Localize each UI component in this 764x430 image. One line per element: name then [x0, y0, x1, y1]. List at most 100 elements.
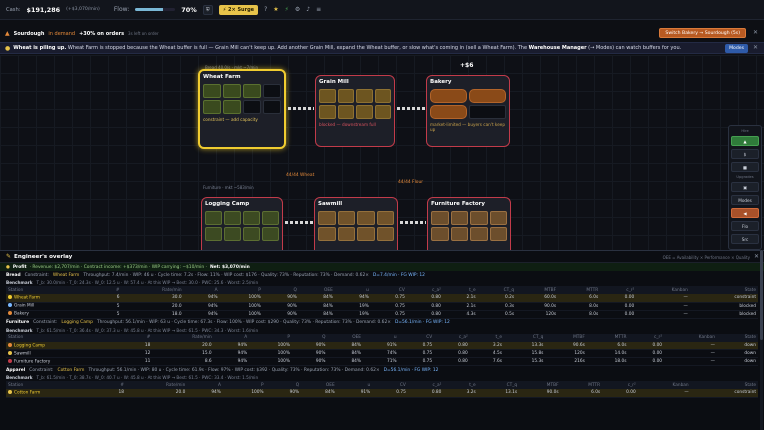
overlay-scroll-thumb[interactable]	[760, 250, 763, 340]
state-cell: down	[716, 357, 758, 366]
demand-bonus: +30% on orders	[79, 30, 125, 37]
overlay-close-icon[interactable]: ✕	[754, 253, 759, 260]
buffer-slot	[431, 211, 449, 225]
table-row[interactable]: Wheat Farm 6 30.0 94% 100% 90% 84% 94% 0.75 0.80 2…	[6, 294, 758, 303]
metric-cell: 90%	[291, 341, 328, 350]
logging-camp-machine[interactable]: Logging Camp	[201, 197, 283, 250]
column-header: OEE	[298, 286, 335, 294]
demand-close-icon[interactable]: ✕	[753, 29, 758, 36]
metric-cell: 84%	[327, 341, 364, 350]
table-row[interactable]: Sawmill 12 15.0 94% 100% 90% 84% 74% 0.75 0.80 4.5…	[6, 349, 758, 358]
buffer-slot	[469, 105, 506, 119]
metric-cell: 100%	[249, 357, 292, 366]
furniture-factory-title: Furniture Factory	[431, 201, 485, 207]
hire-button[interactable]: ▲	[731, 136, 759, 146]
wheat-buffer-bubble: 44/44 Wheat	[286, 173, 315, 178]
sell-button[interactable]: ▣	[731, 182, 759, 192]
column-header: State	[690, 381, 758, 389]
alert-manager-tail: (→ Modes) can watch buffers for you.	[588, 45, 682, 51]
metric-cell: 100%	[249, 341, 292, 350]
table-row[interactable]: Cotton Farm 18 20.0 94% 100% 90% 84% 91% 0.75 0.8…	[6, 389, 758, 398]
alert-close-icon[interactable]: ✕	[753, 44, 758, 51]
buffer-slot	[224, 227, 241, 241]
constraint-station: Cotton Farm	[57, 367, 85, 373]
rewind-button[interactable]: ◀	[731, 208, 759, 218]
buffer-slot	[223, 100, 241, 114]
station-dot	[8, 358, 12, 363]
station-name: Sawmill	[14, 351, 31, 357]
metric-cell: 5	[101, 310, 122, 319]
column-header: Rate/min	[126, 381, 188, 389]
metric-cell: 0.80	[407, 389, 444, 398]
item-button[interactable]: ■	[731, 162, 759, 172]
column-header: c_a²	[434, 333, 470, 342]
shield-icon[interactable]: ⛨	[202, 4, 213, 15]
surge-button[interactable]: ⚡ 2× Surge	[218, 4, 259, 15]
factory-canvas[interactable]: Bread 40.0/s · mkt ~7/min Wheat Farm con…	[0, 55, 764, 250]
star-icon[interactable]: ★	[273, 6, 278, 13]
constraint-label: Constraint:	[29, 367, 54, 373]
overlay-scrollbar[interactable]	[760, 250, 763, 430]
menu-icon[interactable]: ≡	[316, 6, 321, 13]
column-header: Station	[6, 333, 128, 342]
gear-icon[interactable]: ⚙	[295, 6, 300, 13]
furniture-factory-machine[interactable]: Furniture Factory	[427, 197, 511, 250]
benchmark-values: T_b: 61.5/min · T_0: 38.7s · W_0: 40.7 u…	[36, 375, 259, 380]
flow-button[interactable]: Flo	[731, 221, 759, 231]
sawmill-machine[interactable]: Sawmill	[314, 197, 398, 250]
furniture-line-label: Furniture · mkt ~583/min	[203, 185, 254, 190]
lightbulb-icon: ●	[5, 44, 11, 52]
section-name: Bread	[6, 272, 21, 278]
metric-cell: 90%	[262, 302, 299, 311]
metric-cell: 2.1s	[442, 302, 478, 311]
buffer-slot	[318, 211, 336, 225]
metric-cell: 0.00	[600, 310, 637, 319]
metric-cell: 18	[101, 389, 126, 398]
table-row[interactable]: Logging Camp 18 20.0 94% 100% 90% 84% 91% 0.75 0.…	[6, 341, 758, 350]
table-row[interactable]: Furniture Factory 11 8.6 94% 100% 90% 84% 71% 0.…	[6, 357, 758, 366]
buffer-slot	[450, 211, 468, 225]
station-name: Furniture Factory	[14, 359, 51, 365]
buffer-slot	[337, 89, 354, 103]
wheat-farm-buffer	[203, 84, 281, 114]
bakery-machine[interactable]: Bakery market-limited — buyers can't kee…	[426, 75, 510, 147]
column-header: Rate/min	[152, 333, 214, 342]
constraint-station: Logging Camp	[61, 320, 93, 325]
sawmill-title: Sawmill	[318, 201, 343, 207]
column-header: MTBF	[516, 286, 559, 294]
metric-cell: 18.0	[121, 310, 184, 319]
wheat-farm-machine[interactable]: Wheat Farm constraint — add capacity	[198, 69, 286, 149]
station-cell: Wheat Farm	[6, 294, 102, 303]
metric-cell: 8.0s	[558, 310, 601, 319]
demand-banner: ▲ Sourdough in demand +30% on orders 3s …	[0, 28, 764, 39]
tool-panel: Hire ▲ $ ■ Upgrades ▣ Modes ◀ Flo Src	[728, 125, 762, 250]
bell-icon[interactable]: ♪	[306, 6, 310, 13]
bolt-icon[interactable]: ⚡	[285, 6, 289, 13]
metric-cell: 0.80	[434, 341, 470, 350]
table-row[interactable]: Bakery 5 18.0 94% 100% 90% 84% 19% 0.75 0.80 4.3s 0…	[6, 310, 758, 319]
question-icon[interactable]: ?	[264, 6, 267, 13]
buffer-slot	[337, 105, 354, 119]
switch-bakery-button[interactable]: Switch Bakery → Sourdough (5s)	[659, 28, 746, 38]
source-button[interactable]: Src	[731, 234, 759, 244]
metric-cell: 84%	[298, 302, 335, 311]
section-drum: D=56.1/min · FG WIP: 12	[394, 320, 450, 325]
metric-cell: 8.6	[152, 357, 214, 366]
engineers-overlay: ✎ Engineer's overlay OEE = Availability …	[0, 250, 764, 430]
station-table: Station # Rate/min A P Q OEE u CV c_a² t_e CT_q MTBF…	[6, 333, 758, 366]
metric-cell: 6.0s	[586, 341, 629, 350]
metric-cell: 15.8s	[503, 349, 546, 358]
grain-mill-machine[interactable]: Grain Mill blocked — downstream full	[315, 75, 395, 147]
money-button[interactable]: $	[731, 149, 759, 159]
state-cell: down	[716, 349, 758, 358]
buffer-slot	[262, 227, 279, 241]
station-name: Bakery	[14, 311, 29, 317]
bakery-income-popup: +$6	[460, 62, 474, 69]
column-header: P	[249, 333, 292, 342]
table-row[interactable]: Grain Mill 5 20.0 94% 100% 90% 84% 19% 0.75 0.80 2…	[6, 302, 758, 311]
constraint-label: Constraint:	[24, 272, 49, 278]
station-cell: Sawmill	[6, 349, 128, 358]
modes-side-button[interactable]: Modes	[731, 195, 759, 205]
metric-cell: 90%	[291, 349, 328, 358]
modes-button[interactable]: Modes	[725, 44, 748, 53]
